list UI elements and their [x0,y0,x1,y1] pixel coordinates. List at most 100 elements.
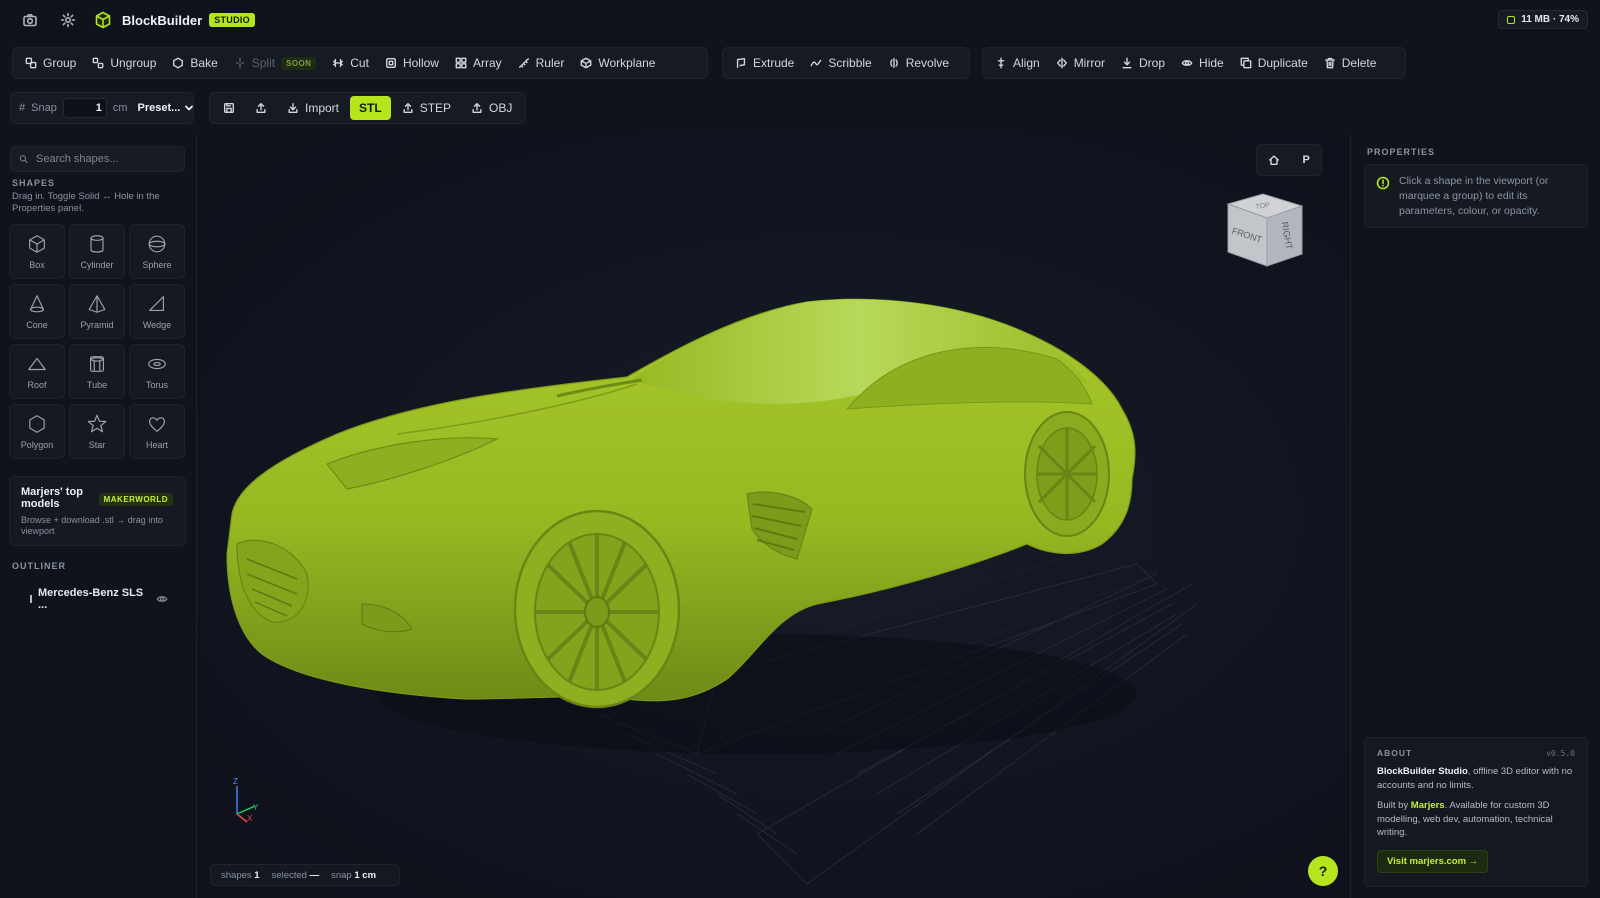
status-bar: shapes 1 selected — snap 1 cm [210,864,400,886]
car-model[interactable] [226,298,1137,754]
shape-sphere[interactable]: Sphere [129,224,185,279]
scribble-button[interactable]: Scribble [802,50,879,76]
front-wheel [513,509,681,709]
ungroup-button[interactable]: Ungroup [84,50,164,76]
box-icon [29,235,45,253]
group-button[interactable]: Group [17,50,84,76]
cylinder-icon [90,235,104,253]
wedge-icon [149,296,165,312]
cube-logo-icon [95,11,111,29]
visibility-eye-icon[interactable] [156,593,168,605]
author-link[interactable]: Marjers [1411,800,1445,811]
info-icon [1376,176,1390,190]
help-button[interactable]: ? [1308,856,1338,886]
axis-gizmo: Z Y X [233,777,259,823]
pyramid-icon [88,295,106,313]
search-input[interactable] [36,153,176,165]
hexagon-icon [29,415,45,433]
hide-button[interactable]: Hide [1173,50,1232,76]
shape-cylinder[interactable]: Cylinder [69,224,125,279]
promo-subtitle: Browse + download .stl → drag into viewp… [21,515,163,536]
workplane-icon [580,57,592,69]
upload-icon [256,103,266,113]
ruler-icon [518,58,529,68]
import-button[interactable]: Import [278,96,348,120]
projection-toggle[interactable]: P [1302,154,1309,166]
snap-unit: cm [112,102,128,114]
hollow-button[interactable]: Hollow [377,50,447,76]
outliner-item-name: Mercedes-Benz SLS ... [38,587,144,611]
export-obj-button[interactable]: OBJ [462,96,521,120]
makerworld-promo[interactable]: Marjers' top models MAKERWORLD Browse + … [9,476,186,546]
search-icon [19,155,28,164]
rear-wheel [1024,411,1110,537]
tube-icon [89,356,105,372]
array-button[interactable]: Array [447,50,510,76]
shape-roof[interactable]: Roof [9,344,65,399]
drag-handle[interactable] [30,595,32,603]
shapes-hint: Drag in. Toggle Solid ↔ Hole in the Prop… [12,191,160,214]
axis-y-label: Y [253,803,259,812]
shape-grid: Box Cylinder Sphere Cone Pyramid Wedge R… [9,224,186,459]
gear-icon[interactable] [52,4,84,36]
3d-viewport[interactable]: TOP FRONT RIGHT Z Y X P shapes 1 selecte… [197,134,1350,898]
snap-input[interactable] [62,98,107,118]
about-description: BlockBuilder Studio, offline 3D editor w… [1377,766,1573,791]
outliner-item[interactable]: Mercedes-Benz SLS ... [30,587,180,611]
roof-icon [28,357,46,371]
drop-button[interactable]: Drop [1113,50,1173,76]
shape-search[interactable] [10,146,185,172]
sphere-icon [148,235,166,253]
promo-title: Marjers' top models [21,486,83,510]
shape-star[interactable]: Star [69,404,125,459]
split-button[interactable]: Split SOON [226,50,325,76]
hash-icon: # [19,102,26,114]
share-button[interactable] [246,96,276,120]
shape-heart[interactable]: Heart [129,404,185,459]
tool-group-sketch: Extrude Scribble Revolve [722,47,970,79]
about-card: ABOUT v0.5.0 BlockBuilder Studio, offlin… [1364,737,1588,887]
axis-x-label: X [247,814,253,823]
split-icon [235,57,244,69]
shape-pyramid[interactable]: Pyramid [69,284,125,339]
upload-icon [403,103,413,113]
cone-icon [29,295,45,313]
export-stl-button[interactable]: STL [350,96,391,120]
duplicate-icon [1240,57,1252,69]
extrude-icon [736,58,746,68]
align-button[interactable]: Align [987,50,1048,76]
upload-icon [472,103,482,113]
properties-hint-box: Click a shape in the viewport (or marque… [1364,164,1588,228]
shape-polygon[interactable]: Polygon [9,404,65,459]
shape-tube[interactable]: Tube [69,344,125,399]
view-cube[interactable]: TOP FRONT RIGHT [1226,193,1304,267]
delete-button[interactable]: Delete [1316,50,1385,76]
download-icon [288,103,298,113]
bake-button[interactable]: Bake [164,50,225,76]
home-icon[interactable] [1268,154,1280,166]
left-sidebar: SHAPES Drag in. Toggle Solid ↔ Hole in t… [0,134,197,898]
preset-select[interactable]: Preset... [138,102,195,114]
mirror-icon [1056,57,1067,69]
shape-wedge[interactable]: Wedge [129,284,185,339]
star-icon [87,414,107,433]
memory-badge: 11 MB · 74% [1498,10,1588,29]
visit-site-button[interactable]: Visit marjers.com → [1377,849,1489,873]
makerworld-badge: MAKERWORLD [98,493,173,506]
top-bar: BlockBuilder STUDIO 11 MB · 74% [0,0,1600,40]
ruler-button[interactable]: Ruler [510,50,573,76]
export-step-button[interactable]: STEP [393,96,460,120]
shape-box[interactable]: Box [9,224,65,279]
duplicate-button[interactable]: Duplicate [1232,50,1316,76]
extrude-button[interactable]: Extrude [727,50,802,76]
shape-torus[interactable]: Torus [129,344,185,399]
camera-icon[interactable] [14,4,46,36]
shape-cone[interactable]: Cone [9,284,65,339]
cut-button[interactable]: Cut [324,50,377,76]
selected-count: — [309,869,320,881]
mirror-button[interactable]: Mirror [1048,50,1113,76]
workplane-button[interactable]: Workplane [572,50,663,76]
revolve-button[interactable]: Revolve [880,50,957,76]
save-button[interactable] [214,96,244,120]
properties-title: PROPERTIES [1367,147,1436,157]
